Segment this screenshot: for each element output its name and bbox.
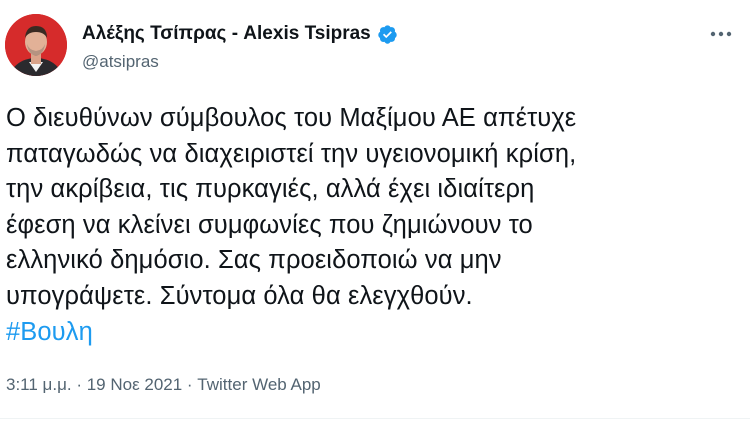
tweet-text-line: την ακρίβεια, τις πυρκαγιές, αλλά έχει ι…	[6, 175, 535, 204]
tweet-text-line: Ο διευθύνων σύμβουλος του Μαξίμου ΑΕ απέ…	[6, 104, 577, 132]
author-name-row: Αλέξης Τσίπρας - Alexis Tsipras	[82, 22, 398, 46]
meta-separator: ·	[182, 375, 198, 394]
more-options-button[interactable]	[706, 22, 736, 46]
tweet-meta: 3:11 μ.μ. · 19 Νοε 2021 · Twitter Web Ap…	[6, 375, 321, 395]
tweet-text-line: υπογράψετε. Σύντομα όλα θα ελεγχθούν.	[6, 281, 473, 310]
meta-separator: ·	[71, 375, 87, 394]
more-options-icon	[710, 31, 732, 37]
tweet-date[interactable]: 19 Νοε 2021	[87, 375, 182, 394]
tweet-time[interactable]: 3:11 μ.μ.	[6, 375, 72, 394]
tweet-text: Ο διευθύνων σύμβουλος του Μαξίμου ΑΕ απέ…	[6, 101, 741, 350]
tweet-text-line: παταγωδώς να διαχειριστεί την υγειονομικ…	[6, 139, 577, 168]
author-display-name[interactable]: Αλέξης Τσίπρας - Alexis Tsipras	[82, 23, 371, 45]
tweet-text-line: έφεση να κλείνει συμφωνίες που ζημιώνουν…	[6, 210, 533, 239]
divider	[0, 418, 750, 419]
tweet-text-line: ελληνικό δημόσιο. Σας προειδοποιώ να μην	[6, 246, 502, 275]
author-block: Αλέξης Τσίπρας - Alexis Tsipras @atsipra…	[82, 22, 398, 72]
verified-badge-icon	[377, 24, 398, 45]
tweet-source[interactable]: Twitter Web App	[197, 375, 320, 394]
hashtag-link[interactable]: #Βουλη	[6, 315, 741, 351]
tweet-card: Αλέξης Τσίπρας - Alexis Tsipras @atsipra…	[0, 0, 750, 430]
avatar[interactable]	[5, 14, 67, 76]
author-handle[interactable]: @atsipras	[82, 52, 398, 72]
avatar-photo-icon	[5, 14, 67, 76]
